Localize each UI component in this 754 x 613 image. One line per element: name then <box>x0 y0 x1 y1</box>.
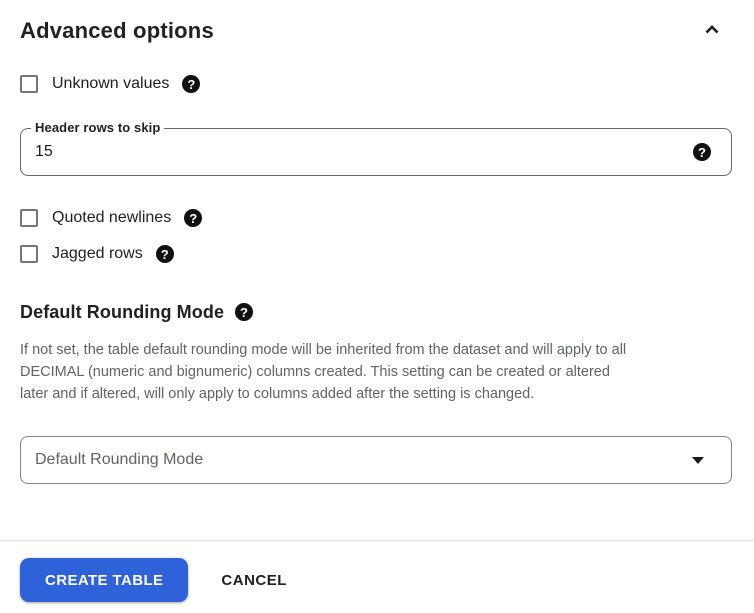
help-icon[interactable]: ? <box>235 303 254 321</box>
unknown-values-label: Unknown values <box>52 75 170 92</box>
rounding-mode-description: If not set, the table default rounding m… <box>20 339 732 405</box>
unknown-values-checkbox[interactable] <box>20 75 38 93</box>
description-line: later and if altered, will only apply to… <box>20 386 535 402</box>
header-rows-field-label: Header rows to skip <box>31 120 165 135</box>
collapse-section-button[interactable] <box>700 18 724 45</box>
quoted-newlines-label: Quoted newlines <box>52 209 172 226</box>
page-title: Advanced options <box>20 18 214 43</box>
header-rows-input[interactable] <box>21 129 731 175</box>
help-icon[interactable]: ? <box>693 143 711 161</box>
jagged-rows-row: Jagged rows ? <box>20 242 732 266</box>
help-icon[interactable]: ? <box>184 209 203 227</box>
panel-header: Advanced options <box>20 16 732 46</box>
description-line: DECIMAL (numeric and bignumeric) columns… <box>20 364 610 380</box>
cancel-button[interactable]: CANCEL <box>221 572 287 589</box>
rounding-mode-heading-text: Default Rounding Mode <box>20 301 225 322</box>
unknown-values-row: Unknown values ? <box>20 72 732 96</box>
create-table-button[interactable]: CREATE TABLE <box>20 558 189 602</box>
advanced-options-panel: Advanced options Unknown values ? Header… <box>0 0 754 484</box>
header-rows-field: Header rows to skip ? <box>20 120 732 176</box>
rounding-mode-heading: Default Rounding Mode ? <box>20 300 732 324</box>
jagged-rows-label: Jagged rows <box>52 245 143 262</box>
help-icon[interactable]: ? <box>155 245 174 263</box>
quoted-newlines-row: Quoted newlines ? <box>20 206 732 230</box>
quoted-newlines-checkbox[interactable] <box>20 209 38 227</box>
footer-actions: CREATE TABLE CANCEL <box>0 541 754 602</box>
chevron-up-icon <box>700 18 724 45</box>
description-line: If not set, the table default rounding m… <box>20 342 627 358</box>
dropdown-arrow-icon <box>692 456 704 464</box>
help-icon[interactable]: ? <box>182 75 201 93</box>
jagged-rows-checkbox[interactable] <box>20 245 38 263</box>
rounding-mode-select-value: Default Rounding Mode <box>35 451 204 468</box>
rounding-mode-select[interactable]: Default Rounding Mode <box>20 436 732 484</box>
